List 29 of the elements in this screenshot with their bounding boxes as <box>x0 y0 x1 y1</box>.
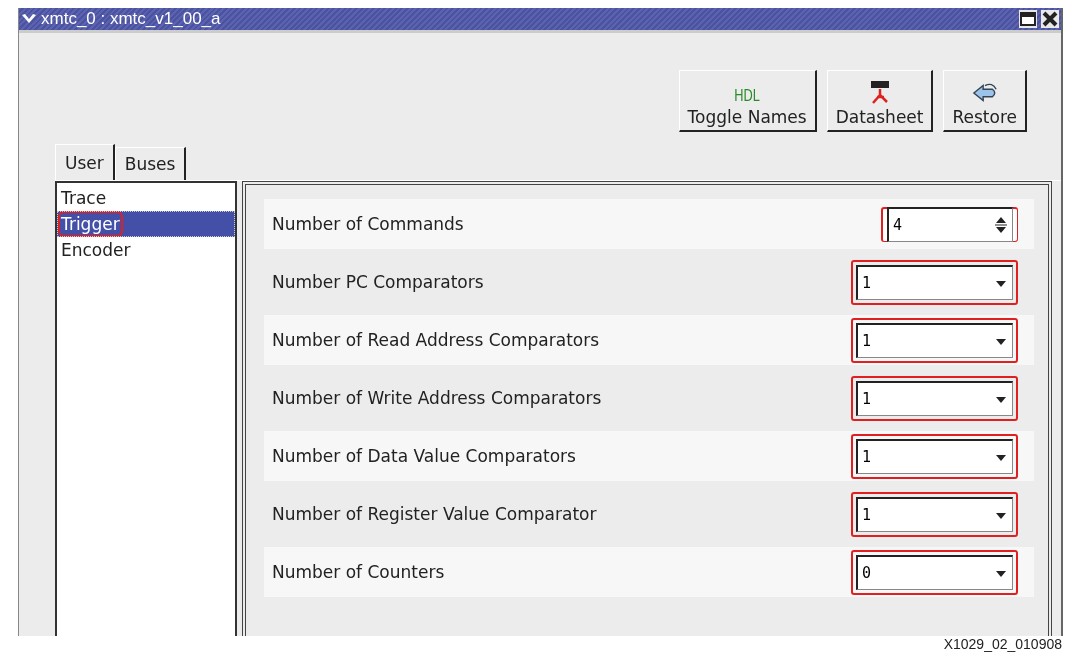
close-icon[interactable] <box>1041 10 1059 28</box>
parameter-label: Number of Counters <box>272 562 445 582</box>
list-item[interactable]: Trigger <box>57 211 235 237</box>
list-item[interactable]: Trace <box>57 185 235 211</box>
parameter-label: Number of Write Address Comparators <box>272 388 602 408</box>
parameter-label: Number of Read Address Comparators <box>272 330 600 350</box>
dropdown-field[interactable]: 1 <box>856 264 1013 300</box>
toolbar-button[interactable]: Restore <box>943 70 1027 132</box>
parameter-label: Number PC Comparators <box>272 272 484 292</box>
parameter-label: Number of Commands <box>272 214 464 234</box>
maximize-icon[interactable] <box>1019 10 1037 28</box>
spin-field[interactable]: 4 <box>887 207 1013 242</box>
tab[interactable]: Buses <box>114 147 187 180</box>
dropdown-field[interactable]: 1 <box>856 438 1013 474</box>
dropdown-field[interactable]: 1 <box>856 380 1013 416</box>
parameter-label: Number of Register Value Comparator <box>272 504 597 524</box>
arrow-icon <box>971 81 998 105</box>
dropdown-field[interactable]: 1 <box>856 496 1013 532</box>
dropdown-field[interactable]: 0 <box>856 554 1013 590</box>
hdl-icon: HDL <box>734 85 760 107</box>
parameter-label: Number of Data Value Comparators <box>272 446 576 466</box>
toolbar-button[interactable]: Datasheet <box>826 70 934 132</box>
dropdown-field[interactable]: 1 <box>856 322 1013 358</box>
window-title: xmtc_0 : xmtc_v1_00_a <box>41 9 221 29</box>
list-item[interactable]: Encoder <box>57 237 235 263</box>
figure-id: X1029_02_010908 <box>943 636 1062 652</box>
toolbar-button[interactable]: HDL Toggle Names <box>678 70 817 132</box>
collapse-icon[interactable] <box>21 13 37 25</box>
tab[interactable]: User <box>55 144 115 180</box>
